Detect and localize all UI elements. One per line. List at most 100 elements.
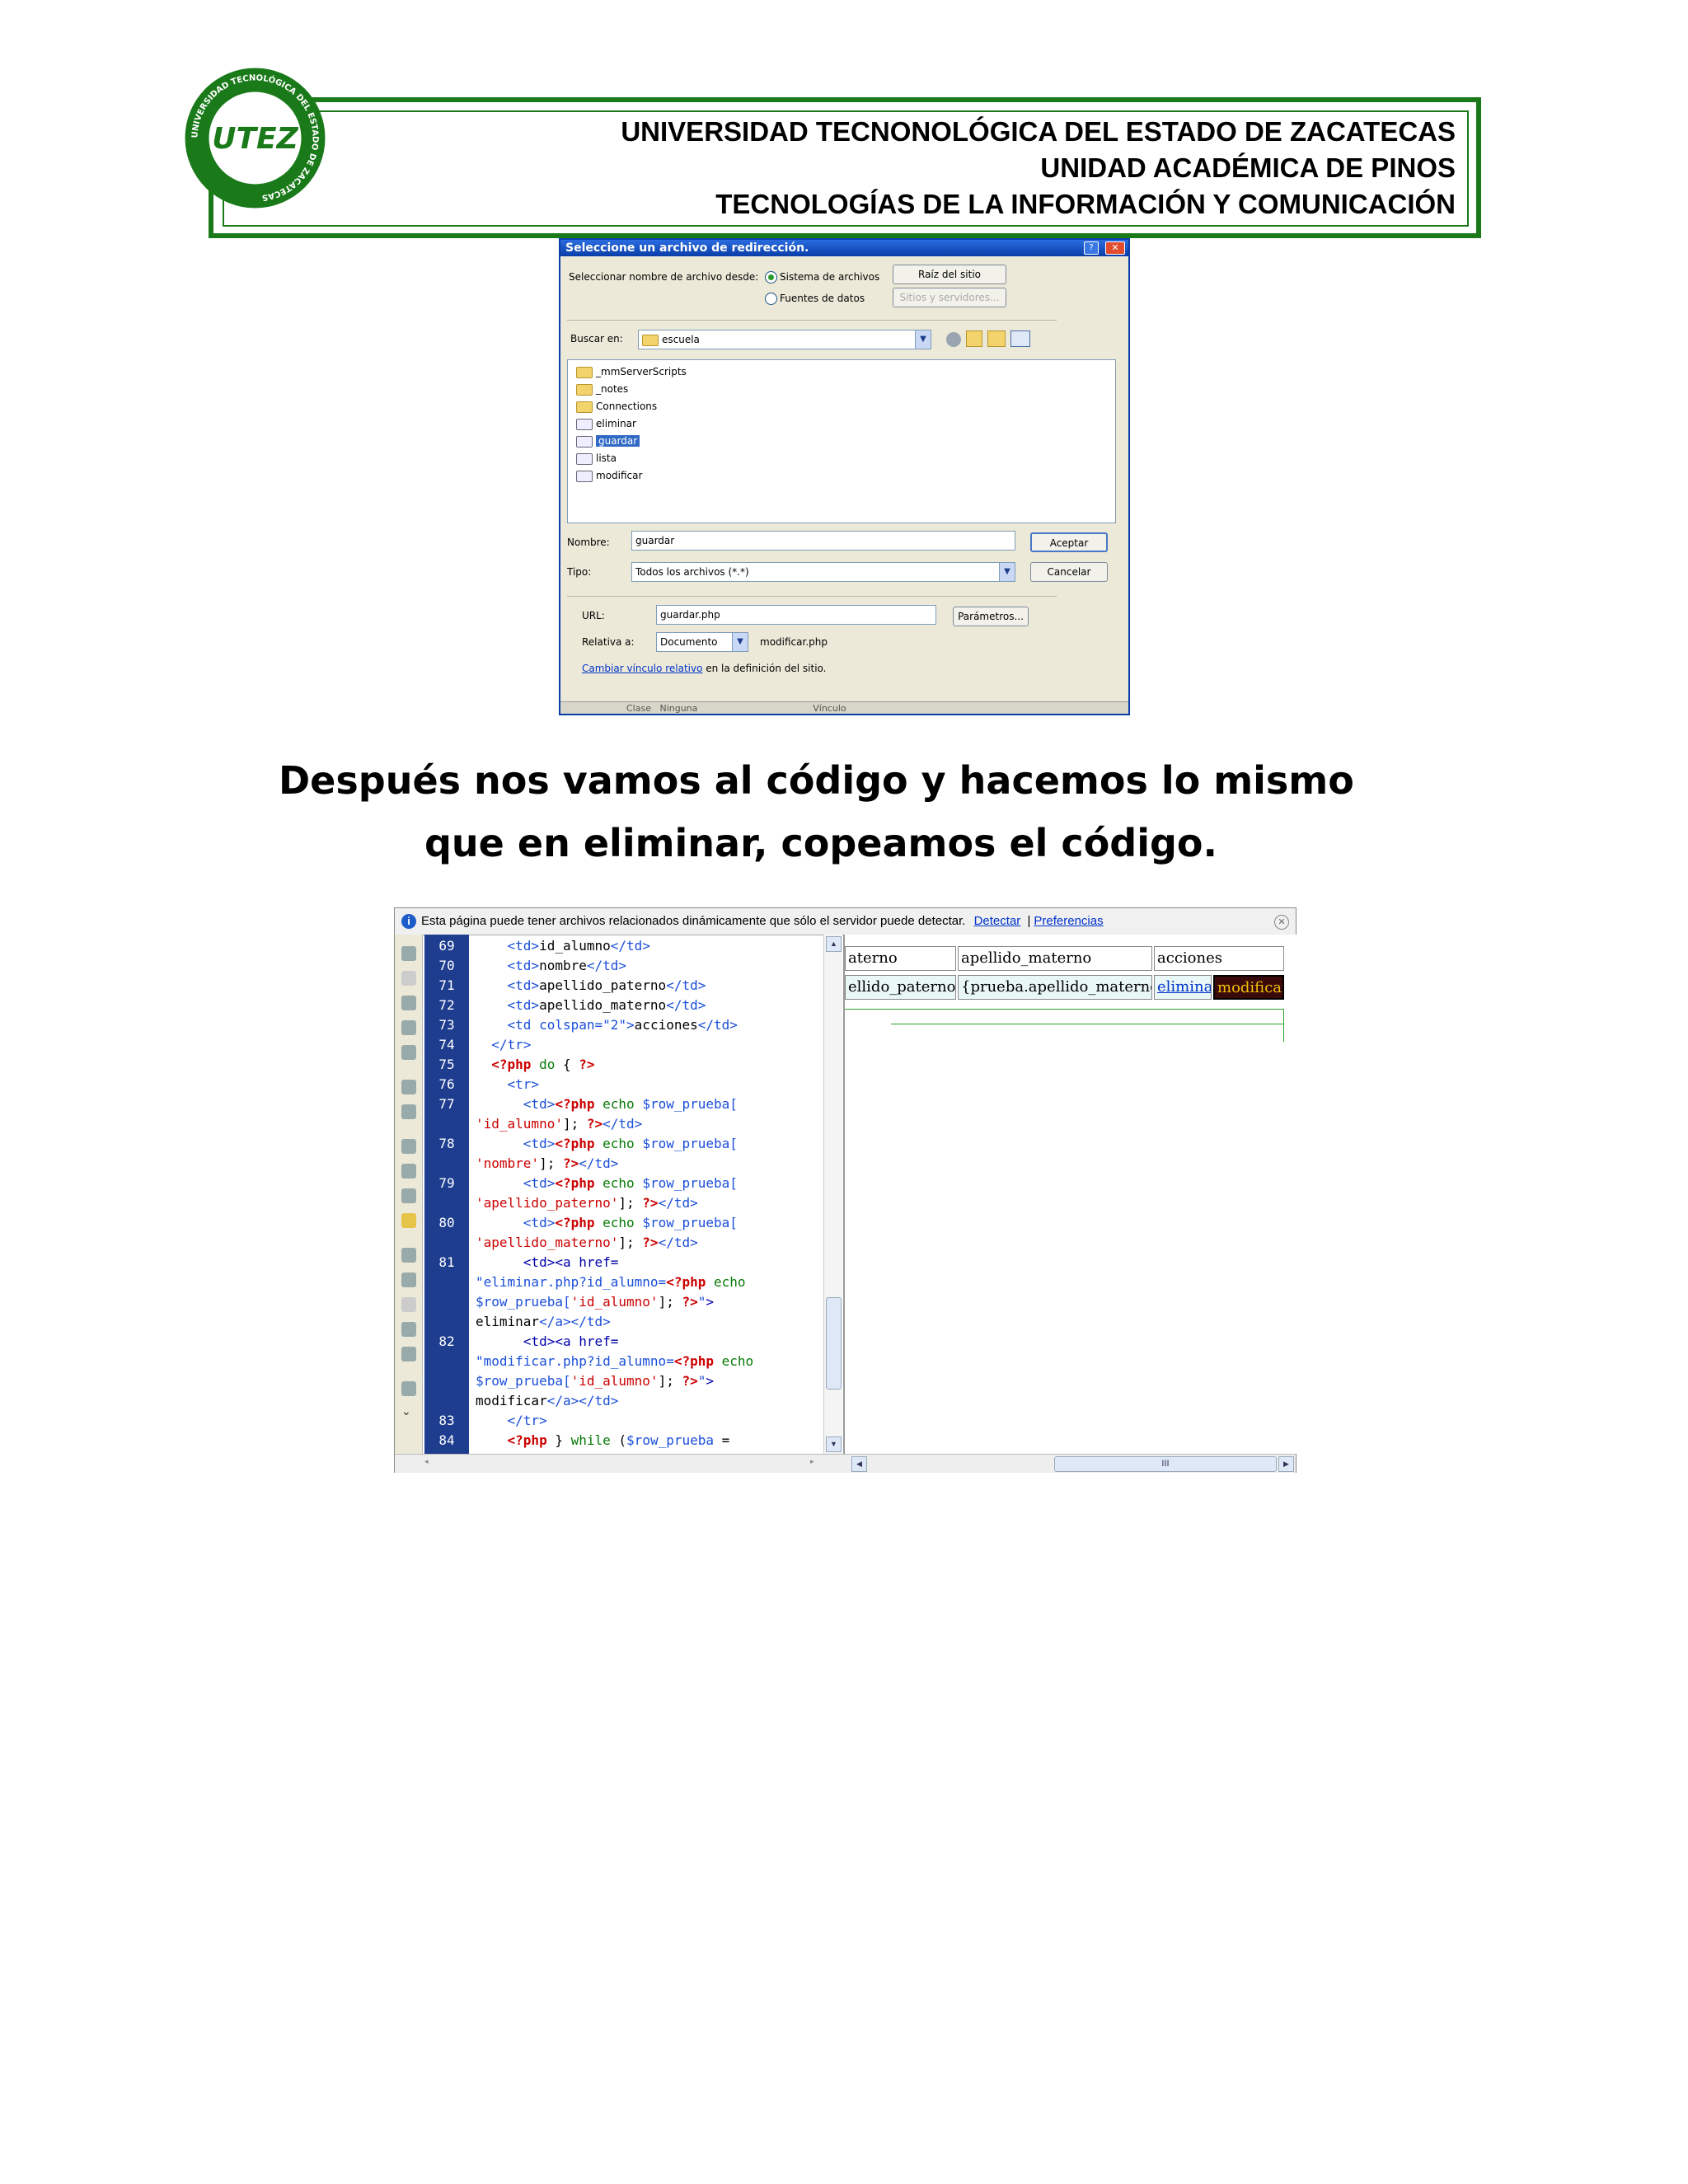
paragraph-line-2: que en eliminar, copeamos el código. [424, 821, 1218, 865]
code-line: eliminar</a></td> [476, 1314, 611, 1329]
detect-link[interactable]: Detectar [974, 914, 1021, 928]
view-menu-icon[interactable] [1010, 330, 1030, 347]
list-item[interactable]: _mmServerScripts [576, 363, 687, 381]
code-line: 'apellido_paterno']; ?></td> [476, 1195, 698, 1211]
code-line: $row_prueba['id_alumno']; ?>"> [476, 1294, 715, 1310]
code-line: <td><?php echo $row_prueba[ [523, 1096, 738, 1112]
folder-icon [576, 366, 593, 378]
divider [567, 320, 1057, 321]
scroll-right-icon[interactable]: ▸ [810, 1457, 822, 1469]
folder-icon [642, 334, 659, 346]
scroll-up-icon[interactable]: ▲ [826, 936, 842, 952]
properties-strip: Clase Ninguna Vínculo [560, 701, 1128, 714]
relative-file: modificar.php [760, 636, 828, 648]
logo-text: UTEZ [212, 122, 298, 156]
site-root-button[interactable]: Raíz del sitio [893, 265, 1006, 284]
code-text-area[interactable]: <td>id_alumno</td> <td>nombre</td> <td>a… [395, 935, 823, 1454]
code-line: <?php do { ?> [491, 1057, 595, 1072]
code-line: <td><a href= [523, 1333, 619, 1349]
sites-servers-button[interactable]: Sitios y servidores... [893, 288, 1006, 307]
list-item[interactable]: eliminar [576, 415, 636, 433]
list-item-selected[interactable]: guardar [576, 433, 640, 450]
close-icon[interactable]: ✕ [1105, 241, 1125, 255]
chevron-down-icon[interactable]: ▼ [999, 563, 1015, 581]
code-line: 'apellido_materno']; ?></td> [476, 1235, 698, 1250]
redirect-file-dialog: Seleccione un archivo de redirección. ? … [559, 238, 1130, 715]
chevron-down-icon[interactable]: ▼ [915, 330, 931, 349]
info-bar: i Esta página puede tener archivos relaci… [395, 908, 1296, 935]
list-item[interactable]: lista [576, 450, 617, 467]
table-header-cell[interactable]: acciones [1154, 946, 1284, 971]
chevron-down-icon[interactable]: ▼ [732, 633, 748, 651]
accept-button[interactable]: Aceptar [1030, 532, 1108, 552]
code-line: <td>apellido_paterno</td> [507, 977, 706, 993]
table-cell[interactable]: ellido_paterno} [845, 975, 956, 1000]
up-folder-icon[interactable] [966, 330, 982, 347]
horizontal-scrollbar[interactable]: ◂ ▸ ◀ III ▶ [395, 1454, 1296, 1473]
close-icon[interactable]: ✕ [1274, 915, 1289, 930]
list-item[interactable]: modificar [576, 467, 642, 485]
change-relative-link[interactable]: Cambiar vínculo relativo [582, 663, 702, 674]
info-icon: i [401, 914, 416, 930]
code-line: 'nombre']; ?></td> [476, 1155, 619, 1171]
url-field[interactable]: guardar.php [656, 605, 936, 625]
code-line: <td><?php echo $row_prueba[ [523, 1175, 738, 1191]
new-folder-icon[interactable] [987, 330, 1006, 347]
scroll-thumb[interactable] [826, 1297, 842, 1390]
name-field[interactable]: guardar [631, 531, 1015, 551]
code-line: </tr> [491, 1037, 532, 1052]
relative-select[interactable]: Documento ▼ [656, 632, 748, 652]
back-icon[interactable] [946, 332, 961, 347]
filesystem-option-label: Sistema de archivos [780, 271, 880, 283]
type-label: Tipo: [567, 566, 592, 578]
code-line: "modificar.php?id_alumno=<?php echo [476, 1353, 754, 1369]
help-button[interactable]: ? [1084, 241, 1099, 255]
code-line: </tr> [507, 1413, 547, 1428]
code-line: "eliminar.php?id_alumno=<?php echo [476, 1274, 746, 1290]
parameters-button[interactable]: Parámetros... [953, 607, 1029, 626]
header-line-2: UNIDAD ACADÉMICA DE PINOS [1040, 152, 1456, 183]
cancel-button[interactable]: Cancelar [1030, 562, 1108, 582]
code-line: <td><?php echo $row_prueba[ [523, 1136, 738, 1151]
code-line: <?php } while ($row_prueba = [507, 1432, 730, 1448]
table-header-cell[interactable]: apellido_materno [958, 946, 1152, 971]
url-label: URL: [582, 610, 605, 621]
design-view: aterno apellido_materno acciones ellido_… [843, 935, 1297, 1454]
scroll-right-icon[interactable]: ▶ [1278, 1456, 1294, 1472]
list-item[interactable]: _notes [576, 381, 628, 398]
code-vertical-scrollbar[interactable]: ▲ ▼ [823, 935, 842, 1454]
code-line: <td>id_alumno</td> [507, 938, 650, 954]
header-line-3: TECNOLOGÍAS DE LA INFORMACIÓN Y COMUNICA… [715, 189, 1456, 219]
filesystem-radio[interactable] [765, 271, 777, 284]
region-marker [1283, 1009, 1284, 1042]
table-header-cell[interactable]: aterno [845, 946, 956, 971]
name-label: Nombre: [567, 537, 610, 548]
eliminar-link-cell[interactable]: eliminar [1154, 975, 1212, 1000]
php-file-icon [576, 470, 593, 482]
scroll-left-icon[interactable]: ◂ [424, 1457, 436, 1469]
type-select[interactable]: Todos los archivos (*.*) ▼ [631, 562, 1015, 582]
code-line: <td><a href= [523, 1254, 619, 1270]
code-line: modificar</a></td> [476, 1393, 619, 1408]
scroll-left-icon[interactable]: ◀ [851, 1456, 867, 1472]
table-cell[interactable]: {prueba.apellido_materno} [958, 975, 1152, 1000]
code-editor-screenshot: i Esta página puede tener archivos relaci… [394, 907, 1297, 1473]
look-in-select[interactable]: escuela ▼ [638, 330, 931, 349]
divider [567, 596, 1057, 597]
list-item[interactable]: Connections [576, 398, 657, 415]
header-line-1: UNIVERSIDAD TECNONOLÓGICA DEL ESTADO DE … [621, 116, 1456, 147]
scroll-thumb[interactable]: III [1054, 1456, 1277, 1472]
preferences-link[interactable]: Preferencias [1034, 914, 1103, 928]
utez-logo: UTEZ UNIVERSIDAD TECNOLÓGICA DEL ESTADO … [185, 68, 326, 209]
code-line: <td>nombre</td> [507, 958, 627, 973]
scroll-down-icon[interactable]: ▼ [826, 1436, 842, 1452]
modificar-link-cell[interactable]: modificar [1213, 975, 1284, 1000]
paragraph-line-1: Después nos vamos al código y hacemos lo… [279, 758, 1354, 803]
datasources-radio[interactable] [765, 293, 777, 305]
link-separator: | [1027, 914, 1031, 928]
code-line: <td><?php echo $row_prueba[ [523, 1215, 738, 1230]
code-line: <tr> [507, 1076, 540, 1092]
select-from-label: Seleccionar nombre de archivo desde: [569, 271, 759, 283]
file-list[interactable]: _mmServerScripts _notes Connections elim… [567, 359, 1116, 523]
php-file-icon [576, 418, 593, 430]
